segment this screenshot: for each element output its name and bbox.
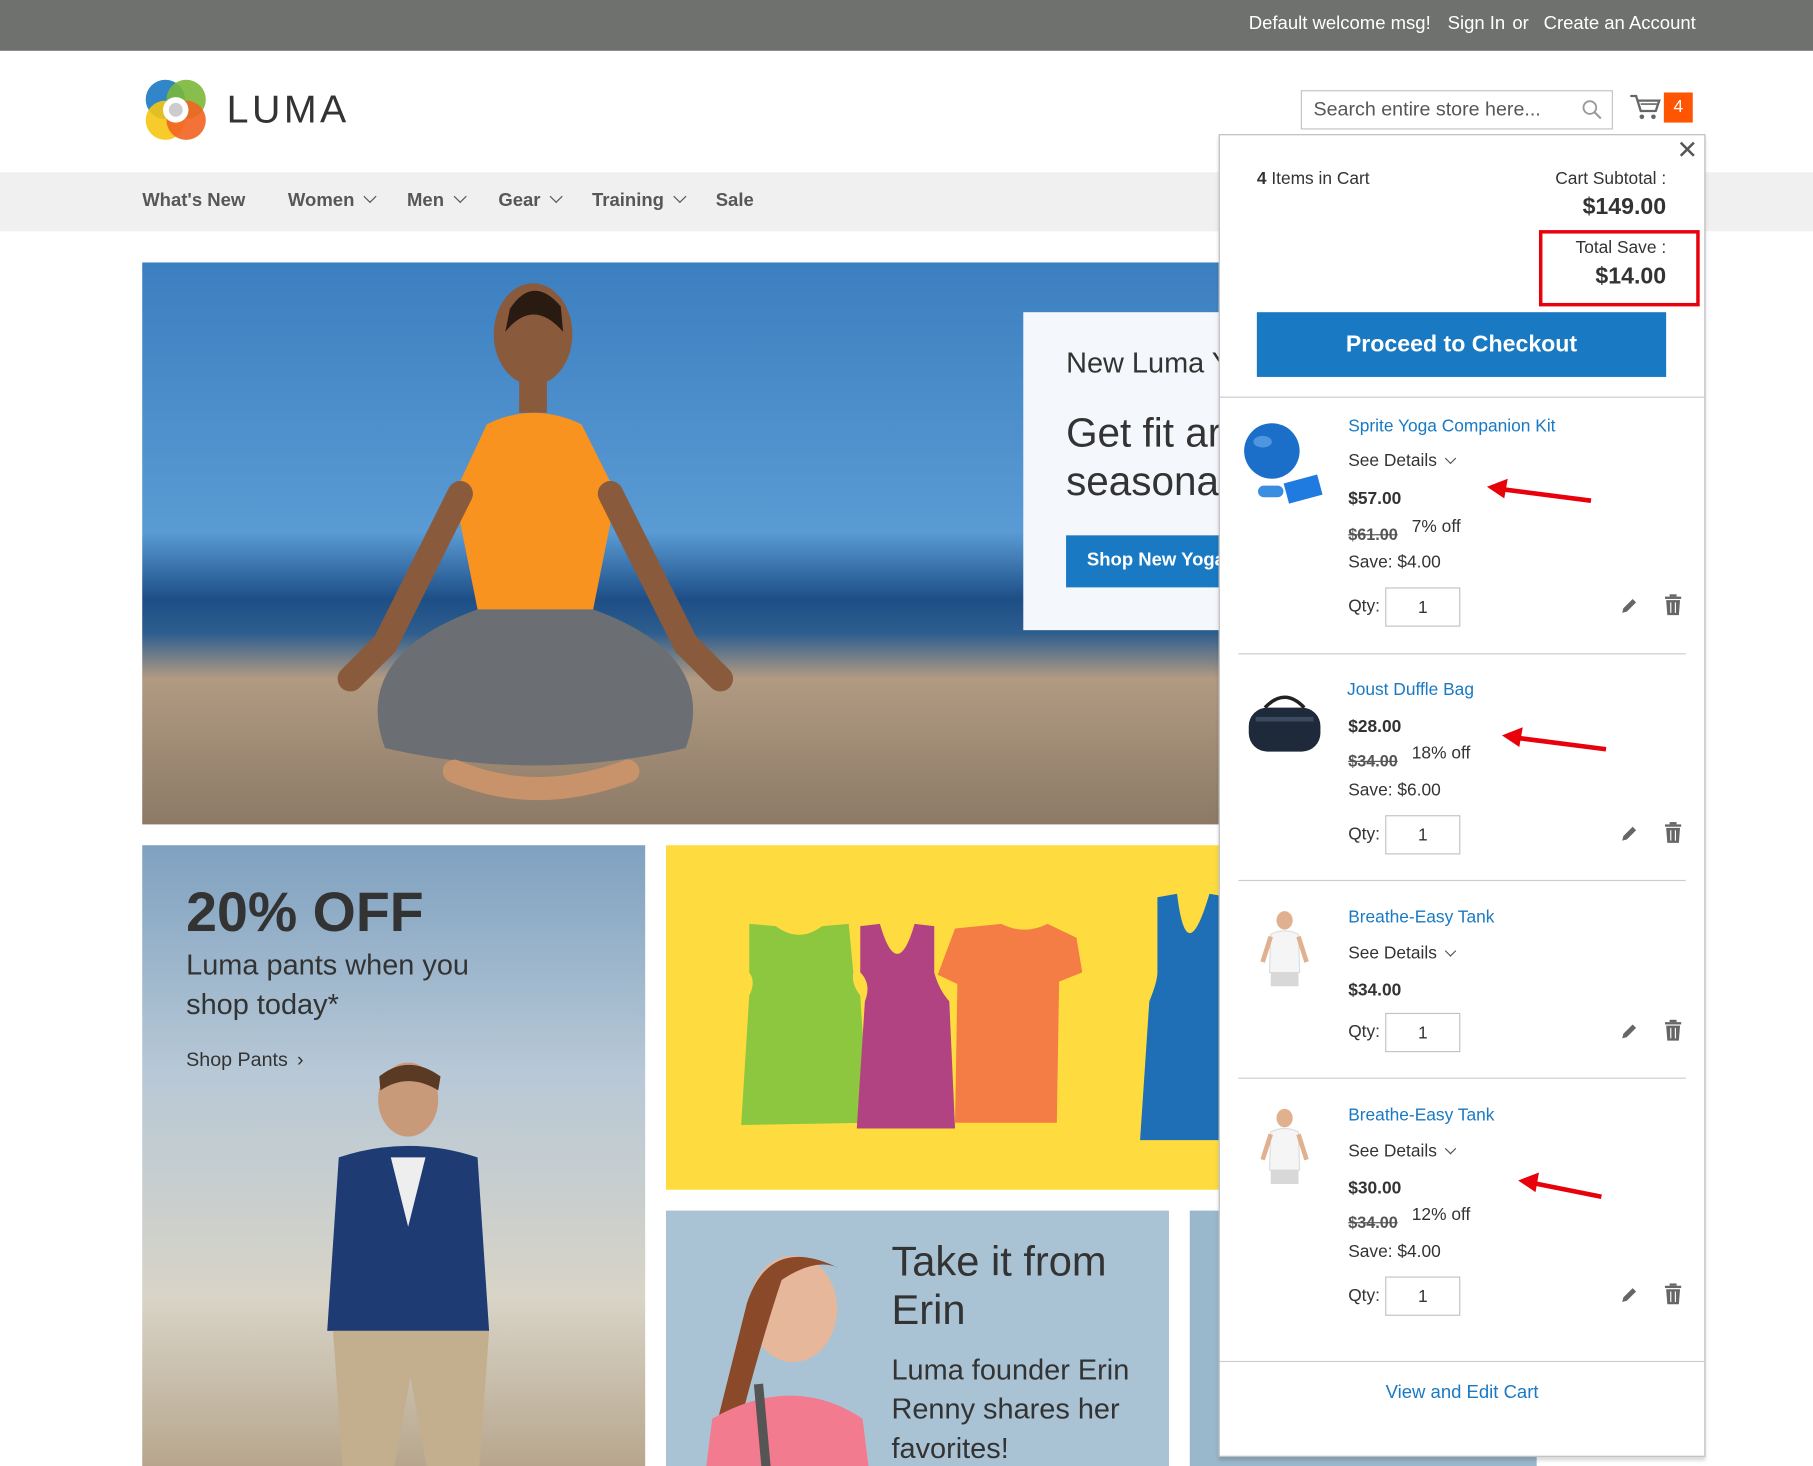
erin-promo-subtitle: Luma founder Erin Renny shares her favor…: [891, 1353, 1130, 1465]
cart-subtotal-label: Cart Subtotal :: [1555, 168, 1667, 189]
product-thumbnail[interactable]: [1240, 909, 1330, 999]
discount-percent: 12% off: [1411, 1204, 1471, 1225]
qty-label: Qty:: [1348, 1285, 1381, 1306]
cart-counter-badge[interactable]: 4: [1663, 92, 1693, 123]
total-save-label: Total Save :: [1575, 238, 1667, 258]
search-input[interactable]: [1301, 91, 1568, 129]
edit-pencil-icon[interactable]: [1619, 1021, 1640, 1048]
edit-pencil-icon[interactable]: [1619, 1285, 1640, 1312]
qty-input[interactable]: [1385, 587, 1461, 627]
create-account-link[interactable]: Create an Account: [1544, 14, 1696, 35]
red-arrow-annotation: [1518, 1172, 1602, 1199]
qty-input[interactable]: [1385, 1012, 1461, 1053]
trash-icon[interactable]: [1663, 821, 1684, 850]
luma-logo-icon[interactable]: [142, 76, 209, 143]
view-and-edit-cart-link[interactable]: View and Edit Cart: [1220, 1383, 1704, 1404]
nav-item-training[interactable]: Training: [592, 190, 687, 212]
nav-item-sale[interactable]: Sale: [716, 191, 754, 212]
product-name-link[interactable]: Breathe-Easy Tank: [1348, 908, 1494, 928]
product-price: $34.00: [1348, 980, 1402, 1001]
top-bar: Default welcome msg! Sign In or Create a…: [0, 0, 1813, 51]
trash-icon[interactable]: [1663, 1282, 1684, 1311]
pants-promo-title: 20% OFF: [186, 882, 424, 944]
trash-icon[interactable]: [1663, 1019, 1684, 1048]
save-amount: Save: $6.00: [1348, 780, 1441, 801]
edit-pencil-icon[interactable]: [1619, 595, 1640, 622]
product-name-link[interactable]: Breathe-Easy Tank: [1348, 1105, 1494, 1125]
sign-in-link[interactable]: Sign In: [1448, 14, 1506, 35]
trash-icon[interactable]: [1663, 593, 1684, 622]
chevron-right-icon: ›: [297, 1048, 304, 1071]
product-price: $28.00: [1348, 716, 1402, 737]
chevron-down-icon: [1444, 452, 1456, 465]
product-price: $57.00: [1348, 489, 1402, 509]
nav-item-men[interactable]: Men: [407, 190, 467, 212]
product-old-price: $34.00: [1348, 1212, 1398, 1232]
hero-title: Get fit ar seasona: [1066, 410, 1222, 505]
chevron-down-icon: [550, 190, 564, 204]
divider: [1238, 879, 1686, 882]
logo-text[interactable]: LUMA: [227, 88, 350, 133]
proceed-to-checkout-button[interactable]: Proceed to Checkout: [1256, 312, 1667, 377]
product-thumbnail[interactable]: [1240, 419, 1330, 509]
search-box[interactable]: [1300, 90, 1613, 130]
chevron-down-icon: [453, 190, 467, 204]
close-icon[interactable]: ✕: [1677, 137, 1698, 162]
search-icon[interactable]: [1582, 99, 1603, 126]
qty-input[interactable]: [1385, 815, 1461, 855]
see-details-toggle[interactable]: See Details: [1348, 451, 1456, 471]
cart-icon[interactable]: [1629, 93, 1661, 129]
qty-input[interactable]: [1385, 1276, 1461, 1316]
see-details-toggle[interactable]: See Details: [1348, 1141, 1456, 1161]
see-details-toggle[interactable]: See Details: [1348, 944, 1456, 963]
divider: [1219, 396, 1705, 398]
or-text: or: [1512, 13, 1529, 34]
hero-subtitle: New Luma Y: [1066, 346, 1232, 380]
product-name-link[interactable]: Sprite Yoga Companion Kit: [1348, 416, 1555, 436]
discount-percent: 7% off: [1411, 516, 1461, 537]
discount-percent: 18% off: [1411, 743, 1471, 764]
qty-label: Qty:: [1348, 596, 1381, 617]
edit-pencil-icon[interactable]: [1619, 823, 1640, 850]
nav-item-gear[interactable]: Gear: [498, 190, 564, 212]
qty-label: Qty:: [1348, 824, 1381, 845]
nav-item-women[interactable]: Women: [288, 190, 378, 212]
qty-label: Qty:: [1348, 1022, 1381, 1042]
save-amount: Save: $4.00: [1348, 552, 1441, 573]
total-save-value: $14.00: [1595, 263, 1667, 290]
pants-promo-subtitle: Luma pants when you shop today*: [186, 949, 469, 1021]
product-old-price: $61.00: [1348, 524, 1398, 544]
divider: [1238, 653, 1686, 655]
chevron-down-icon: [1444, 945, 1456, 957]
erin-promo-title: Take it from Erin: [891, 1237, 1107, 1334]
cart-subtotal-value: $149.00: [1582, 194, 1667, 220]
product-thumbnail[interactable]: [1240, 682, 1330, 772]
nav-item-whats-new[interactable]: What's New: [142, 191, 245, 212]
red-arrow-annotation: [1501, 727, 1607, 752]
product-name-link[interactable]: Joust Duffle Bag: [1347, 680, 1474, 700]
chevron-down-icon: [364, 190, 378, 204]
product-price: $30.00: [1348, 1178, 1402, 1198]
shop-pants-link[interactable]: Shop Pants ›: [186, 1049, 303, 1072]
save-amount: Save: $4.00: [1348, 1241, 1441, 1262]
product-thumbnail[interactable]: [1240, 1107, 1330, 1197]
red-arrow-annotation: [1486, 478, 1592, 503]
chevron-down-icon: [673, 190, 687, 204]
divider: [1238, 1077, 1686, 1079]
minicart-item-count: 4 Items in Cart: [1256, 168, 1370, 189]
chevron-down-icon: [1444, 1143, 1456, 1155]
divider: [1219, 1360, 1705, 1363]
welcome-message: Default welcome msg!: [1248, 13, 1431, 34]
product-old-price: $34.00: [1348, 751, 1398, 771]
